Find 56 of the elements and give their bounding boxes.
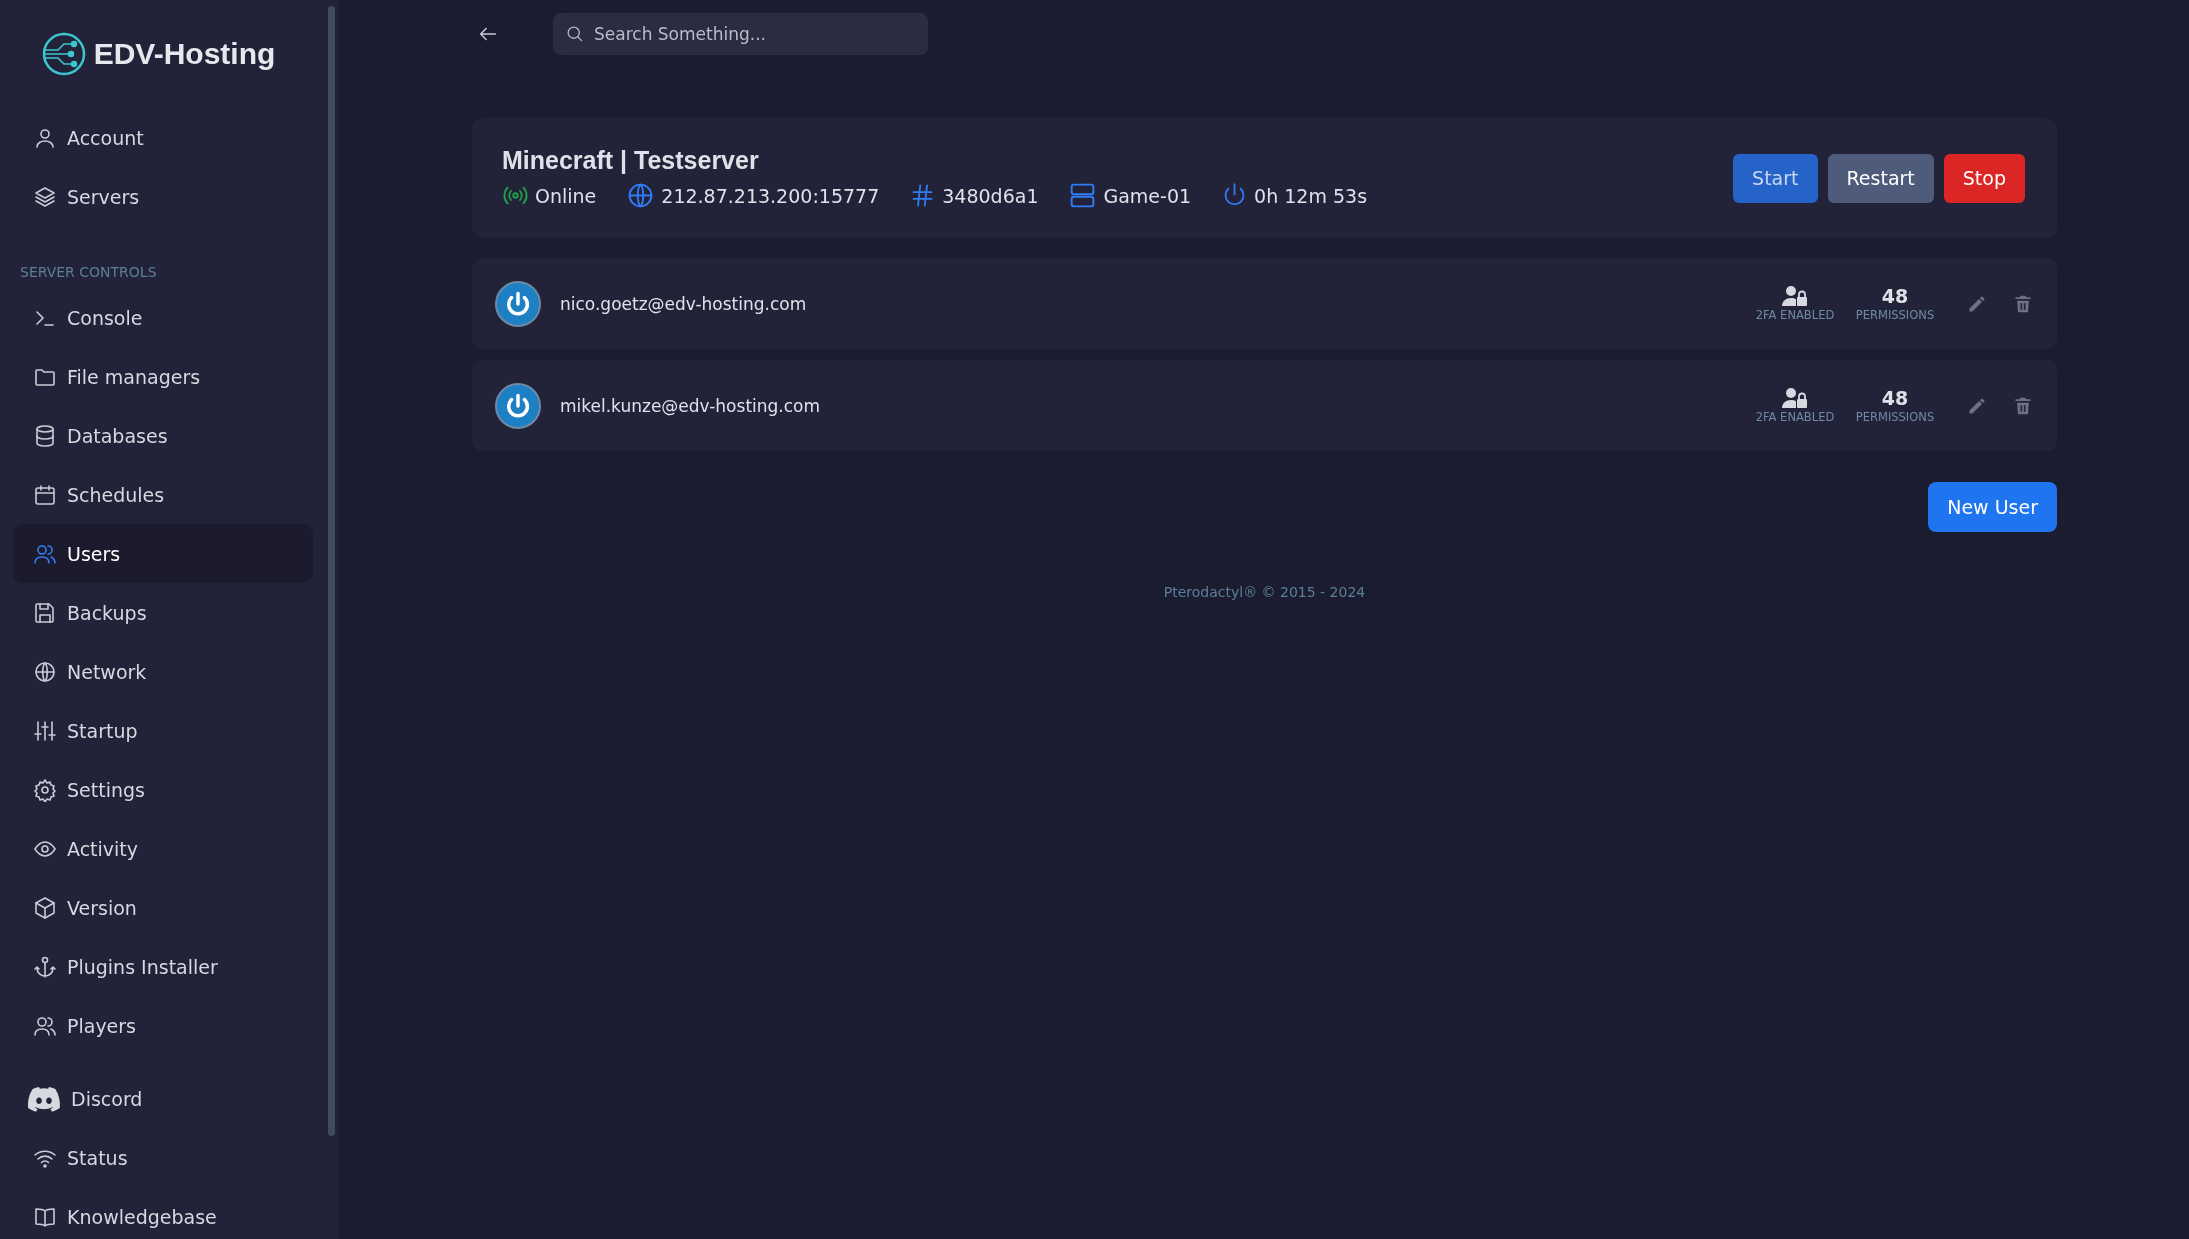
sidebar-item[interactable]: Startup [13,701,313,760]
trash-icon [2013,293,2033,314]
server-title: Minecraft | Testserver [502,146,760,175]
brand-name: EDV-Hosting [93,37,276,71]
stop-button[interactable]: Stop [1943,153,2025,203]
sidebar-item[interactable]: File managers [13,347,313,406]
sidebar-item[interactable]: Plugins Installer [13,937,313,996]
sidebar-link[interactable]: Discord [13,1069,313,1128]
sidebar-item[interactable]: Backups [13,583,313,642]
search-field[interactable]: Search Something... [553,13,928,55]
start-button[interactable]: Start [1733,153,1818,203]
user-lock-icon [1782,285,1808,307]
sidebar-item[interactable]: Users [13,524,313,583]
sidebar-item[interactable]: Servers [13,167,313,226]
globe-icon [33,659,57,684]
sliders-icon [33,718,57,743]
server-status: Online [535,184,597,207]
new-user-button[interactable]: New User [1928,482,2057,532]
user-email: mikel.kunze@edv-hosting.com [560,395,822,416]
calendar-icon [33,482,57,507]
sidebar-item[interactable]: Schedules [13,465,313,524]
footer-copyright: Pterodactyl® © 2015 - 2024 [1163,584,1366,600]
scrollbar[interactable] [328,6,335,1136]
sidebar-item[interactable]: Databases [13,406,313,465]
sidebar-link[interactable]: Status [13,1128,313,1187]
permissions-label: PERMISSIONS [1855,308,1935,322]
sidebar-item[interactable]: Activity [13,819,313,878]
server-address: 212.87.213.200:15777 [661,184,880,207]
avatar-power-icon [495,280,541,327]
sidebar-item[interactable]: Network [13,642,313,701]
settings-icon [33,777,57,802]
layers-icon [33,184,57,209]
avatar-power-icon [495,382,541,429]
user-email: nico.goetz@edv-hosting.com [560,293,808,314]
section-heading: SERVER CONTROLS [19,263,158,282]
trash-icon [2013,395,2033,416]
sidebar-item[interactable]: Console [13,288,313,347]
permissions-count: 48 [1881,285,1909,307]
anchor-icon [33,954,57,979]
server-uptime: 0h 12m 53s [1254,184,1368,207]
database-icon [33,423,57,448]
cube-icon [33,895,57,920]
permissions-count: 48 [1881,387,1909,409]
twofa-label: 2FA ENABLED [1755,410,1835,424]
sidebar-item[interactable]: Settings [13,760,313,819]
sidebar-item[interactable]: Account [13,108,313,167]
user-lock-icon [1782,387,1808,409]
search-icon [565,24,584,43]
sidebar-item[interactable]: Players [13,996,313,1055]
restart-button[interactable]: Restart [1827,153,1934,203]
twofa-label: 2FA ENABLED [1755,308,1835,322]
permissions-label: PERMISSIONS [1855,410,1935,424]
sidebar-link[interactable]: Knowledgebase [13,1187,313,1239]
node-name: Game-01 [1103,184,1192,207]
server-id: 3480d6a1 [942,184,1039,207]
sidebar-item[interactable]: Version [13,878,313,937]
